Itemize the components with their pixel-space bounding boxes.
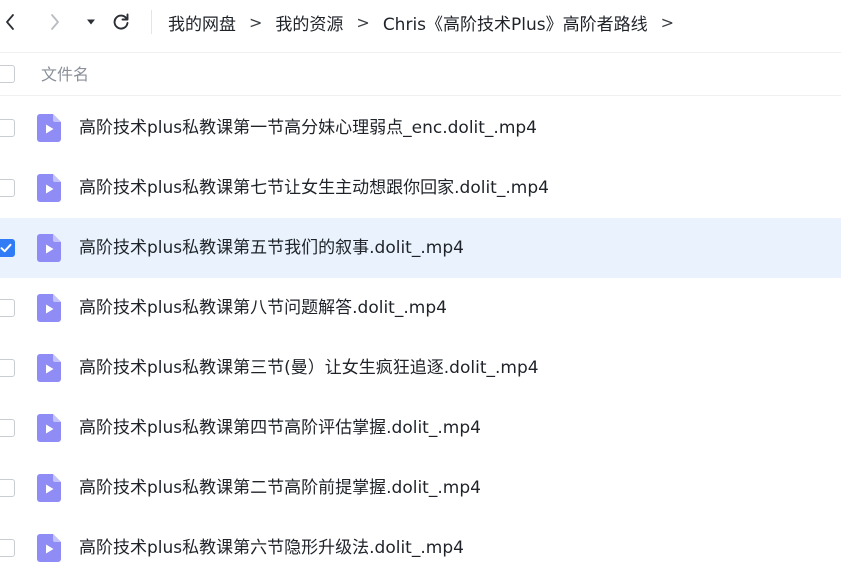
file-row[interactable]: 高阶技术plus私教课第二节高阶前提掌握.dolit_.mp4 (0, 458, 841, 518)
file-checkbox[interactable] (0, 359, 15, 377)
file-name[interactable]: 高阶技术plus私教课第二节高阶前提掌握.dolit_.mp4 (79, 458, 481, 518)
file-name[interactable]: 高阶技术plus私教课第三节(曼）让女生疯狂追逐.dolit_.mp4 (79, 338, 539, 398)
checkmark-icon (0, 243, 12, 253)
video-file-icon (37, 474, 61, 502)
file-checkbox[interactable] (0, 239, 15, 257)
forward-button[interactable] (45, 10, 65, 34)
file-row[interactable]: 高阶技术plus私教课第三节(曼）让女生疯狂追逐.dolit_.mp4 (0, 338, 841, 398)
file-name[interactable]: 高阶技术plus私教课第一节高分妹心理弱点_enc.dolit_.mp4 (79, 98, 537, 158)
navigation-toolbar: 我的网盘 > 我的资源 > Chris《高阶技术Plus》高阶者路线 > (0, 0, 841, 44)
file-checkbox[interactable] (0, 179, 15, 197)
file-checkbox[interactable] (0, 419, 15, 437)
breadcrumb-separator: > (660, 12, 675, 32)
video-file-icon (37, 414, 61, 442)
video-file-icon (37, 174, 61, 202)
file-name[interactable]: 高阶技术plus私教课第七节让女生主动想跟你回家.dolit_.mp4 (79, 158, 549, 218)
file-list-header: 文件名 (0, 52, 841, 96)
file-checkbox[interactable] (0, 539, 15, 557)
file-list: 高阶技术plus私教课第一节高分妹心理弱点_enc.dolit_.mp4 高阶技术… (0, 98, 841, 578)
video-file-icon (37, 294, 61, 322)
toolbar-divider (151, 10, 152, 34)
chevron-left-icon (6, 14, 14, 30)
file-name[interactable]: 高阶技术plus私教课第四节高阶评估掌握.dolit_.mp4 (79, 398, 481, 458)
refresh-button[interactable] (110, 10, 132, 34)
file-row[interactable]: 高阶技术plus私教课第六节隐形升级法.dolit_.mp4 (0, 518, 841, 578)
breadcrumb-separator: > (356, 12, 370, 32)
select-all-checkbox[interactable] (0, 65, 15, 83)
file-checkbox[interactable] (0, 119, 15, 137)
file-row[interactable]: 高阶技术plus私教课第四节高阶评估掌握.dolit_.mp4 (0, 398, 841, 458)
file-row[interactable]: 高阶技术plus私教课第七节让女生主动想跟你回家.dolit_.mp4 (0, 158, 841, 218)
breadcrumb-separator: > (249, 12, 263, 32)
file-row[interactable]: 高阶技术plus私教课第八节问题解答.dolit_.mp4 (0, 278, 841, 338)
history-dropdown-button[interactable] (84, 10, 98, 34)
name-column-header[interactable]: 文件名 (41, 53, 89, 97)
file-row[interactable]: 高阶技术plus私教课第一节高分妹心理弱点_enc.dolit_.mp4 (0, 98, 841, 158)
video-file-icon (37, 354, 61, 382)
breadcrumb-item-my-resources[interactable]: 我的资源 (275, 10, 343, 35)
file-checkbox[interactable] (0, 479, 15, 497)
video-file-icon (37, 234, 61, 262)
breadcrumb-item-my-drive[interactable]: 我的网盘 (168, 10, 236, 35)
file-name[interactable]: 高阶技术plus私教课第五节我们的叙事.dolit_.mp4 (79, 218, 464, 278)
chevron-right-icon (51, 14, 59, 30)
back-button[interactable] (0, 10, 20, 34)
file-row[interactable]: 高阶技术plus私教课第五节我们的叙事.dolit_.mp4 (0, 218, 841, 278)
file-checkbox[interactable] (0, 299, 15, 317)
breadcrumb: 我的网盘 > 我的资源 > Chris《高阶技术Plus》高阶者路线 > (168, 0, 687, 44)
video-file-icon (37, 114, 61, 142)
video-file-icon (37, 534, 61, 562)
file-name[interactable]: 高阶技术plus私教课第六节隐形升级法.dolit_.mp4 (79, 518, 464, 578)
breadcrumb-item-current-folder[interactable]: Chris《高阶技术Plus》高阶者路线 (383, 10, 648, 35)
file-name[interactable]: 高阶技术plus私教课第八节问题解答.dolit_.mp4 (79, 278, 447, 338)
refresh-icon (113, 13, 129, 30)
caret-down-icon (87, 19, 95, 25)
